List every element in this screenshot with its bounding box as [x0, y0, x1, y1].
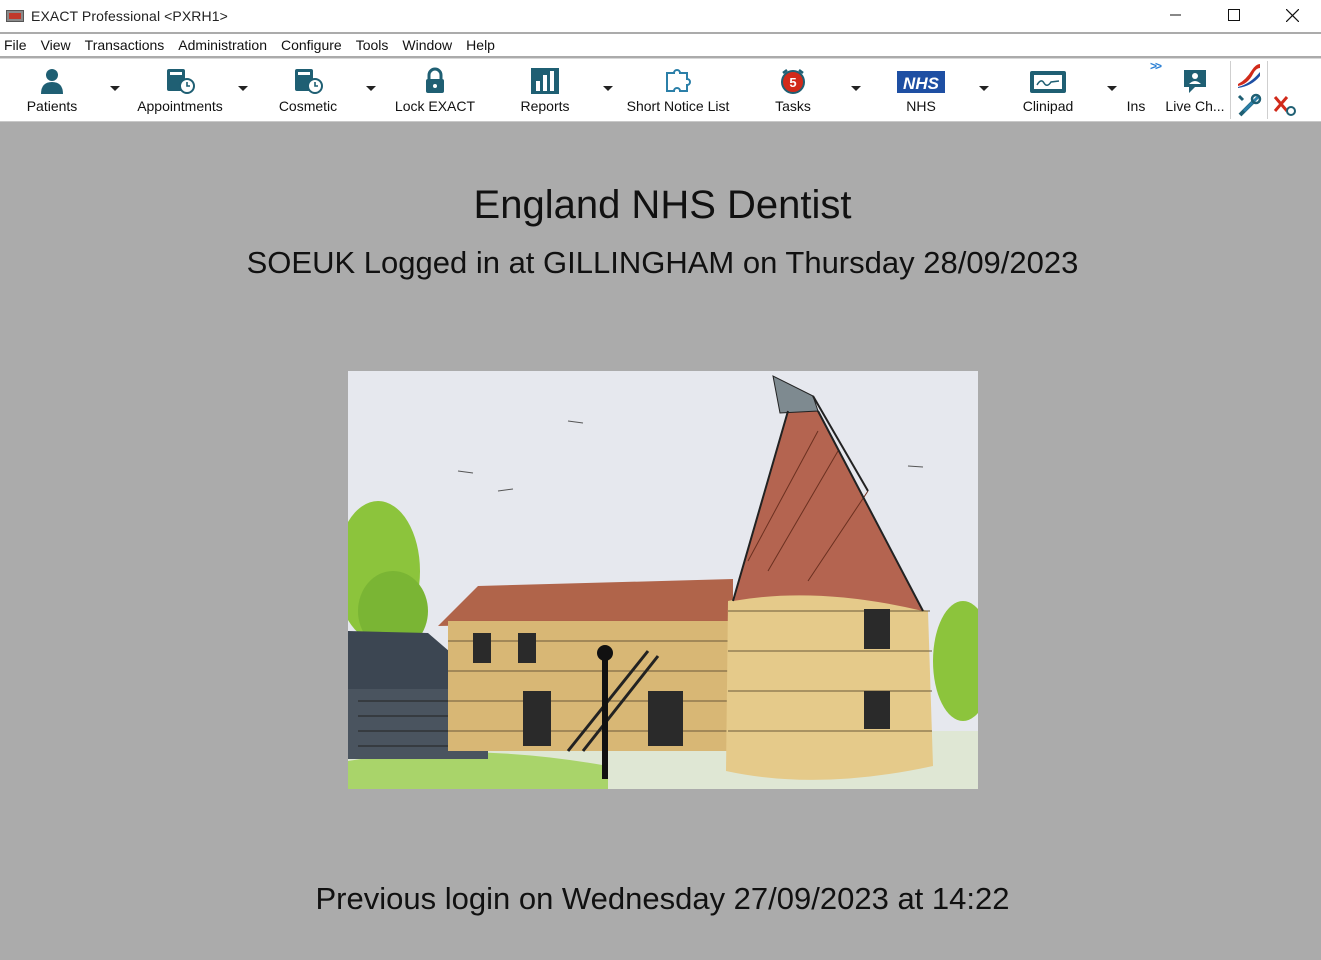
tools-icon[interactable] — [1236, 93, 1262, 119]
reports-chart-icon — [530, 61, 560, 95]
close-icon — [1285, 8, 1299, 22]
tasks-badge: 5 — [789, 75, 796, 90]
toolbar-overflow-icon[interactable]: >> — [1150, 59, 1162, 73]
nhs-dropdown-icon[interactable] — [979, 86, 989, 91]
clinipad-signature-icon — [1029, 61, 1067, 95]
oast-house-picture — [348, 371, 978, 789]
reports-label: Reports — [520, 98, 570, 114]
clinipad-button[interactable]: Clinipad — [1012, 61, 1084, 119]
menu-transactions[interactable]: Transactions — [85, 37, 165, 53]
practice-title: England NHS Dentist — [473, 183, 852, 227]
live-chat-label: Live Ch... — [1165, 98, 1225, 114]
menu-configure[interactable]: Configure — [281, 37, 342, 53]
tasks-button[interactable]: 5 Tasks — [762, 61, 824, 119]
clinipad-dropdown-icon[interactable] — [1107, 86, 1117, 91]
main-workspace: England NHS Dentist SOEUK Logged in at G… — [0, 123, 1321, 960]
nhs-label: NHS — [906, 98, 936, 114]
menu-administration[interactable]: Administration — [178, 37, 267, 53]
swoosh-logo-icon[interactable] — [1236, 62, 1262, 88]
minimize-icon — [1170, 14, 1181, 16]
exit-icon[interactable] — [1272, 93, 1298, 119]
nhs-logo-icon: NHS — [896, 61, 946, 95]
svg-text:NHS: NHS — [903, 74, 940, 93]
menu-view[interactable]: View — [41, 37, 71, 53]
cosmetic-button[interactable]: Cosmetic — [262, 61, 354, 119]
menu-help[interactable]: Help — [466, 37, 495, 53]
toolbar-separator — [1230, 61, 1231, 119]
main-toolbar: Patients Appointments Cosmetic Lock EXAC… — [0, 58, 1321, 122]
cosmetic-book-icon — [292, 61, 324, 95]
ins-label: Ins — [1126, 98, 1146, 114]
window-title: EXACT Professional <PXRH1> — [31, 8, 228, 24]
login-status: SOEUK Logged in at GILLINGHAM on Thursda… — [246, 245, 1079, 280]
cosmetic-dropdown-icon[interactable] — [366, 86, 376, 91]
menu-window[interactable]: Window — [402, 37, 452, 53]
menu-tools[interactable]: Tools — [356, 37, 389, 53]
patients-button[interactable]: Patients — [18, 61, 86, 119]
ins-button[interactable]: Ins — [1124, 61, 1148, 119]
menu-bar: File View Transactions Administration Co… — [0, 34, 1321, 56]
puzzle-icon — [663, 61, 693, 95]
nhs-button[interactable]: NHS NHS — [890, 61, 952, 119]
appointments-label: Appointments — [137, 98, 223, 114]
short-notice-list-label: Short Notice List — [626, 98, 730, 114]
reports-dropdown-icon[interactable] — [603, 86, 613, 91]
appointment-book-icon — [164, 61, 196, 95]
lock-exact-button[interactable]: Lock EXACT — [390, 61, 480, 119]
tasks-label: Tasks — [775, 98, 811, 114]
live-chat-button[interactable]: Live Ch... — [1164, 61, 1226, 119]
menu-file[interactable]: File — [4, 37, 27, 53]
maximize-icon — [1228, 9, 1240, 21]
lock-exact-label: Lock EXACT — [394, 98, 476, 114]
close-button[interactable] — [1263, 0, 1321, 30]
live-chat-icon — [1181, 61, 1209, 95]
cosmetic-label: Cosmetic — [278, 98, 338, 114]
app-icon — [6, 8, 24, 24]
maximize-button[interactable] — [1205, 0, 1263, 30]
short-notice-list-button[interactable]: Short Notice List — [618, 61, 738, 119]
previous-login: Previous login on Wednesday 27/09/2023 a… — [315, 881, 1010, 916]
tasks-dropdown-icon[interactable] — [851, 86, 861, 91]
appointments-dropdown-icon[interactable] — [238, 86, 248, 91]
clinipad-label: Clinipad — [1022, 98, 1074, 114]
tasks-alarm-icon: 5 — [779, 61, 807, 95]
reports-button[interactable]: Reports — [510, 61, 580, 119]
patients-dropdown-icon[interactable] — [110, 86, 120, 91]
title-bar: EXACT Professional <PXRH1> — [0, 0, 1321, 32]
minimize-button[interactable] — [1147, 0, 1205, 30]
patient-icon — [39, 61, 65, 95]
lock-icon — [424, 61, 446, 95]
appointments-button[interactable]: Appointments — [130, 61, 230, 119]
patients-label: Patients — [26, 98, 78, 114]
